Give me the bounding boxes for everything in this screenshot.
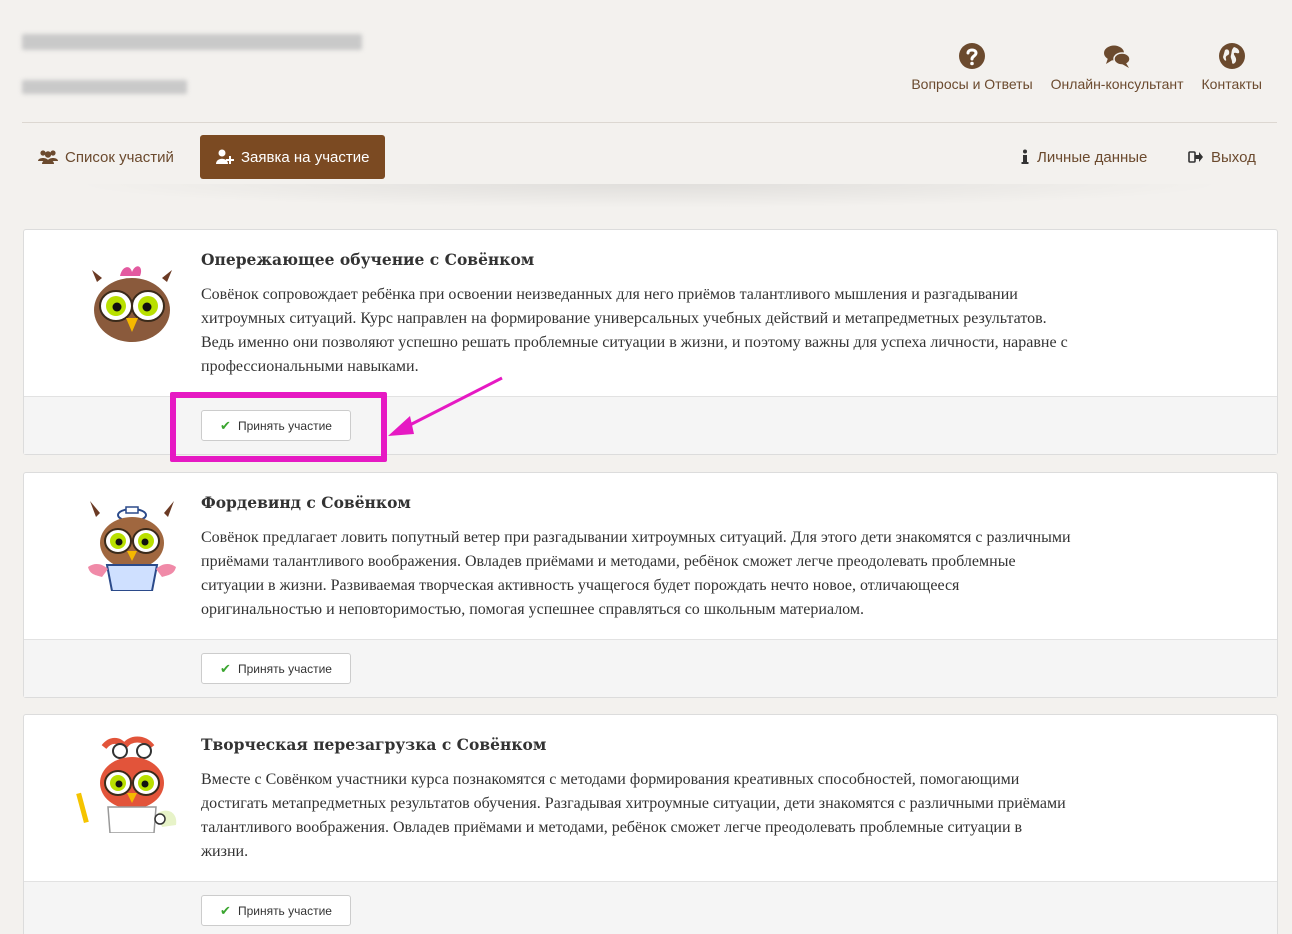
info-icon [1021, 149, 1029, 164]
users-icon [38, 150, 58, 164]
description-line: профессиональными навыками. [201, 358, 419, 375]
join-course-button[interactable]: ✔ Принять участие [201, 895, 351, 926]
chat-bubbles-icon [1104, 45, 1131, 68]
sign-out-icon [1188, 151, 1203, 163]
page: Вопросы и Ответы Онлайн-консультант Конт… [0, 0, 1292, 934]
description-line: Вместе с Совёнком участники курса познак… [201, 771, 1020, 788]
course-card: Творческая перезагрузка с Совёнком Вмест… [23, 714, 1278, 934]
faq-link[interactable]: Вопросы и Ответы [911, 42, 1033, 92]
globe-icon [1218, 43, 1245, 69]
description-line: приёмами талантливого воображения. Овлад… [201, 553, 1016, 570]
description-line: Совёнок предлагает ловить попутный ветер… [201, 529, 1071, 546]
course-description: Совёнок сопровождает ребёнка при освоени… [201, 283, 1271, 379]
online-consultant-link[interactable]: Онлайн-консультант [1051, 42, 1184, 92]
description-line: Ведь именно они позволяют успешно решать… [201, 334, 1068, 351]
owl-scientist-mascot-image [76, 736, 177, 833]
nav-shadow [22, 184, 1277, 210]
header-links: Вопросы и Ответы Онлайн-консультант Конт… [911, 42, 1262, 92]
description-line: талантливого воображения. Овладев приёма… [201, 819, 1023, 836]
nav-participation-list-label: Список участий [65, 148, 174, 166]
contacts-link-label: Контакты [1201, 76, 1262, 92]
course-card: Фордевинд с Совёнком Совёнок предлагает … [23, 472, 1278, 698]
course-title: Фордевинд с Совёнком [201, 493, 411, 512]
description-line: жизни. [201, 843, 249, 860]
course-card-footer: ✔ Принять участие [24, 881, 1277, 934]
highlight-box [170, 392, 387, 462]
description-line: достигать метапредметных результатов обу… [201, 795, 1066, 812]
add-user-icon [216, 149, 234, 164]
nav-personal-data[interactable]: Личные данные [1020, 135, 1147, 179]
description-line: оригинальностью и неповторимостью, помог… [201, 601, 864, 618]
course-card-footer: ✔ Принять участие [24, 639, 1277, 697]
check-icon: ✔ [220, 902, 231, 918]
description-line: хитроумных ситуаций. Курс направлен на ф… [201, 310, 1047, 327]
faq-link-label: Вопросы и Ответы [911, 76, 1033, 92]
header-divider [22, 122, 1277, 123]
nav-participation-list[interactable]: Список участий [38, 135, 174, 179]
join-course-button-label: Принять участие [237, 661, 332, 676]
check-icon: ✔ [220, 660, 231, 676]
course-description: Вместе с Совёнком участники курса познак… [201, 768, 1271, 864]
online-consultant-link-label: Онлайн-консультант [1050, 76, 1184, 92]
nav-apply-tab[interactable]: Заявка на участие [200, 135, 386, 179]
nav-logout-label: Выход [1211, 148, 1256, 166]
owl-mascot-image [92, 266, 172, 342]
pointer-arrow-icon [388, 376, 503, 436]
description-line: ситуации в жизни. Развиваемая творческая… [201, 577, 960, 594]
owl-sailor-mascot-image [88, 501, 176, 591]
join-course-button[interactable]: ✔ Принять участие [201, 653, 351, 684]
nav-logout[interactable]: Выход [1188, 135, 1256, 179]
contacts-link[interactable]: Контакты [1202, 42, 1262, 92]
description-line: Совёнок сопровождает ребёнка при освоени… [201, 286, 1018, 303]
nav-personal-data-label: Личные данные [1037, 148, 1148, 166]
course-title: Опережающее обучение с Совёнком [201, 250, 535, 269]
course-title: Творческая перезагрузка с Совёнком [201, 735, 547, 754]
course-description: Совёнок предлагает ловить попутный ветер… [201, 526, 1271, 622]
join-course-button-label: Принять участие [237, 903, 332, 918]
nav-apply-label: Заявка на участие [241, 148, 370, 166]
question-circle-icon [959, 43, 985, 69]
main-nav: Список участий Заявка на участие Личные … [22, 135, 1277, 179]
